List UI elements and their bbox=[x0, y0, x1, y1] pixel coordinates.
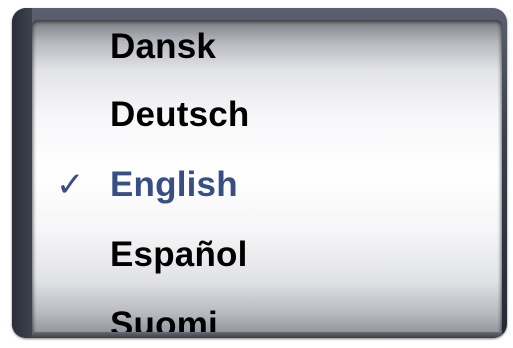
picker-item-deutsch[interactable]: Deutsch bbox=[32, 80, 502, 150]
picker-item-english[interactable]: ✓ English bbox=[32, 150, 502, 220]
picker-item-espanol[interactable]: Español bbox=[32, 220, 502, 290]
picker-left-bezel bbox=[12, 8, 32, 338]
picker-item-suomi[interactable]: Suomi bbox=[32, 290, 502, 338]
language-picker-frame: Dansk Deutsch ✓ English Español Suomi bbox=[12, 8, 507, 338]
checkmark-icon: ✓ bbox=[56, 165, 85, 205]
picker-item-label: Español bbox=[110, 235, 248, 274]
language-picker-wheel[interactable]: Dansk Deutsch ✓ English Español Suomi bbox=[32, 20, 502, 338]
picker-item-label: Dansk bbox=[110, 27, 217, 66]
picker-item-label: Deutsch bbox=[110, 95, 250, 134]
picker-item-dansk[interactable]: Dansk bbox=[32, 20, 502, 82]
picker-item-label: English bbox=[110, 165, 238, 204]
picker-bottom-bezel bbox=[32, 332, 502, 338]
